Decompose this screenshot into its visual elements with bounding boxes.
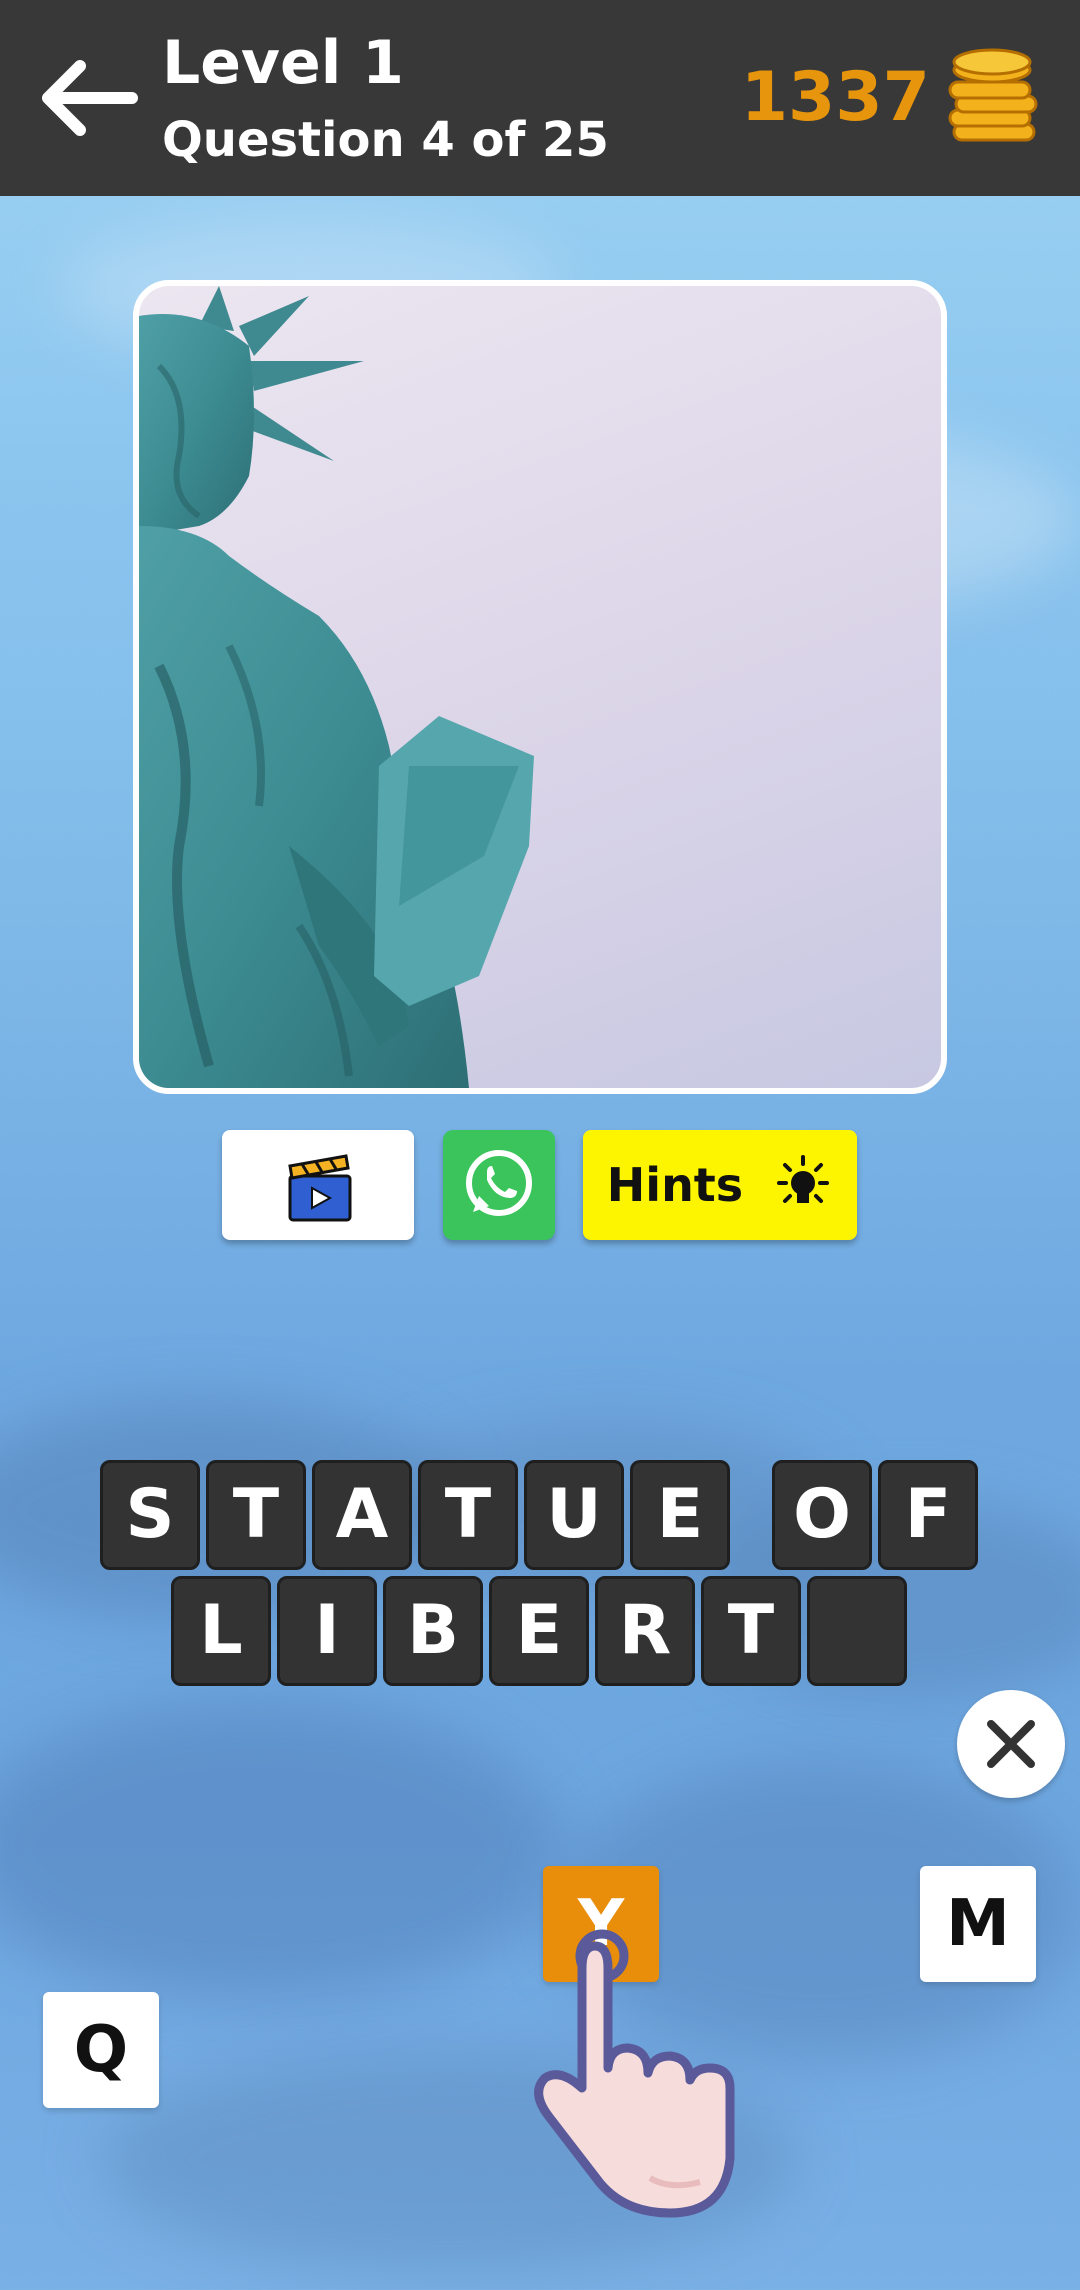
answer-tile[interactable]: U: [524, 1460, 624, 1570]
answer-tile[interactable]: S: [100, 1460, 200, 1570]
answer-tile[interactable]: L: [171, 1576, 271, 1686]
clapperboard-play-icon: [288, 1154, 352, 1222]
answer-tile[interactable]: F: [878, 1460, 978, 1570]
top-bar: Level 1 Question 4 of 25 1337: [0, 0, 1080, 196]
whatsapp-share-button[interactable]: [443, 1130, 555, 1240]
hints-label: Hints: [606, 1158, 744, 1212]
statue-of-liberty-image: [139, 286, 534, 1088]
watch-video-button[interactable]: [222, 1130, 414, 1240]
answer-tile[interactable]: E: [489, 1576, 589, 1686]
puzzle-image: [133, 280, 947, 1094]
answer-tile-empty[interactable]: [807, 1576, 907, 1686]
lightbulb-icon: [777, 1155, 830, 1203]
answer-tile[interactable]: O: [772, 1460, 872, 1570]
answer-tile[interactable]: T: [701, 1576, 801, 1686]
question-counter: Question 4 of 25: [162, 112, 609, 168]
answer-tile[interactable]: T: [418, 1460, 518, 1570]
answer-tile[interactable]: R: [595, 1576, 695, 1686]
pointing-hand-icon: [530, 1928, 750, 2218]
answer-tile[interactable]: I: [277, 1576, 377, 1686]
clear-button[interactable]: [957, 1690, 1065, 1798]
whatsapp-icon: [466, 1150, 532, 1216]
coin-count: 1337: [740, 58, 930, 137]
answer-tile[interactable]: E: [630, 1460, 730, 1570]
back-arrow-icon[interactable]: [36, 50, 140, 146]
answer-tile[interactable]: T: [206, 1460, 306, 1570]
level-title: Level 1: [162, 28, 404, 98]
close-icon: [987, 1720, 1035, 1768]
hints-button[interactable]: Hints: [583, 1130, 857, 1240]
answer-tile[interactable]: B: [383, 1576, 483, 1686]
answer-tile[interactable]: A: [312, 1460, 412, 1570]
coin-stack-icon: [940, 46, 1040, 146]
letter-key-m[interactable]: M: [920, 1866, 1036, 1982]
letter-key-q[interactable]: Q: [43, 1992, 159, 2108]
